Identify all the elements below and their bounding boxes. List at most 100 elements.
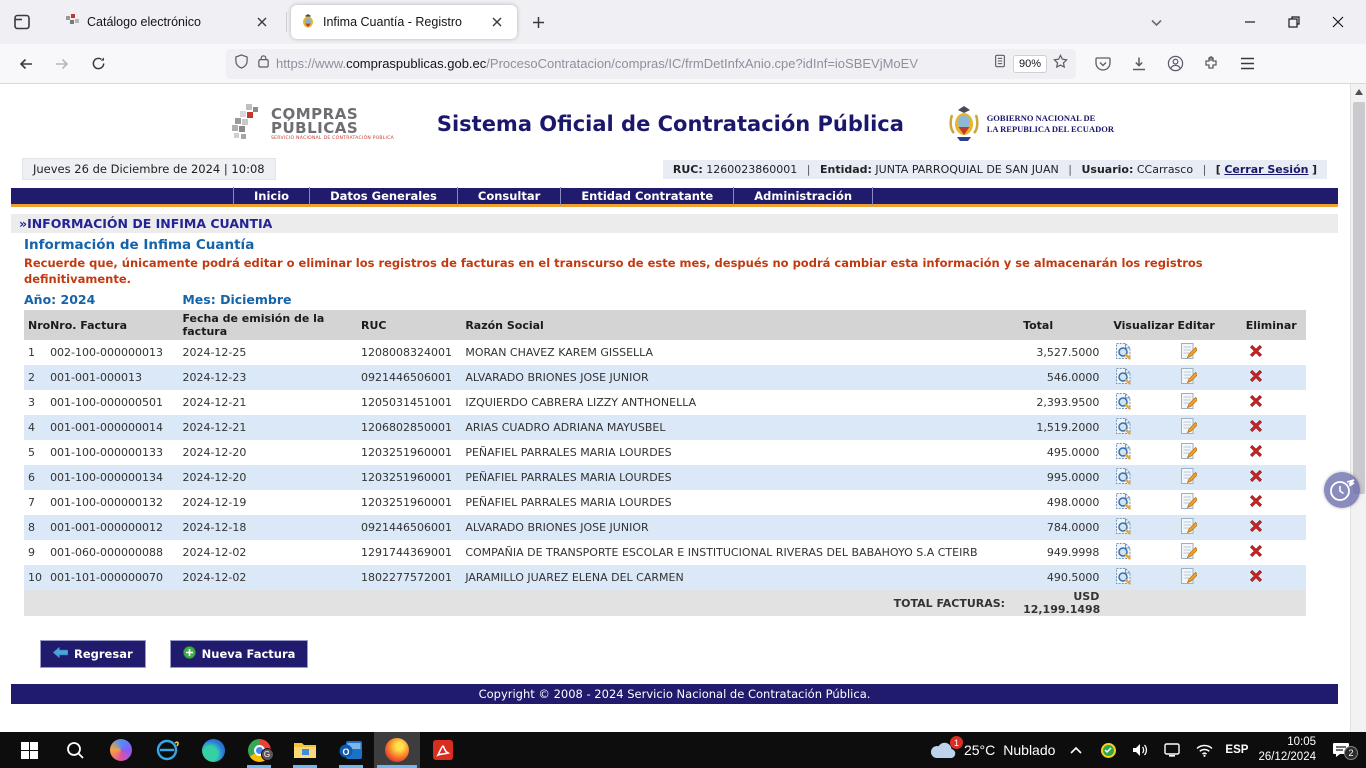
back-button[interactable] <box>10 48 42 80</box>
visualizar-icon[interactable] <box>1115 500 1132 513</box>
visualizar-icon[interactable] <box>1115 350 1132 363</box>
nav-datos-generales[interactable]: Datos Generales <box>310 187 458 205</box>
acrobat-icon[interactable] <box>420 732 466 768</box>
cell-fecha: 2024-12-21 <box>178 390 357 415</box>
downloads-icon[interactable] <box>1124 49 1154 79</box>
reload-button[interactable] <box>82 48 114 80</box>
lock-icon[interactable] <box>257 54 270 73</box>
chrome-icon[interactable]: G <box>236 732 282 768</box>
outlook-icon[interactable]: O <box>328 732 374 768</box>
cell-factura: 001-060-000000088 <box>46 540 178 565</box>
nav-inicio[interactable]: Inicio <box>233 187 310 205</box>
restore-button[interactable] <box>1272 4 1316 40</box>
tab-separator <box>286 12 287 32</box>
internet-explorer-icon[interactable] <box>144 732 190 768</box>
scrollbar-thumb[interactable] <box>1353 102 1365 494</box>
editar-icon[interactable] <box>1180 475 1197 488</box>
eliminar-icon[interactable] <box>1248 574 1264 587</box>
regresar-button[interactable]: Regresar <box>40 640 146 668</box>
firefox-icon[interactable] <box>374 732 420 768</box>
eliminar-icon[interactable] <box>1248 349 1264 362</box>
cell-total: 3,527.5000 <box>1019 340 1109 365</box>
entidad-value: JUNTA PARROQUIAL DE SAN JUAN <box>875 163 1058 176</box>
visualizar-icon[interactable] <box>1115 550 1132 563</box>
eliminar-icon[interactable] <box>1248 399 1264 412</box>
tab-infima-cuantia[interactable]: Infima Cuantía - Registro <box>291 5 517 39</box>
file-explorer-icon[interactable] <box>282 732 328 768</box>
cell-razon: COMPAÑIA DE TRANSPORTE ESCOLAR E INSTITU… <box>461 540 1019 565</box>
pocket-icon[interactable] <box>1088 49 1118 79</box>
visualizar-icon[interactable] <box>1115 425 1132 438</box>
reader-view-icon[interactable] <box>993 54 1007 73</box>
firefox-view-icon[interactable] <box>6 6 38 38</box>
volume-icon[interactable] <box>1129 743 1151 757</box>
month-label: Mes: Diciembre <box>182 292 291 307</box>
url-text[interactable]: https://www.compraspublicas.gob.ec/Proce… <box>276 56 993 71</box>
scroll-up-icon[interactable] <box>1355 89 1363 95</box>
cell-fecha: 2024-12-19 <box>178 490 357 515</box>
visualizar-icon[interactable] <box>1115 400 1132 413</box>
eliminar-icon[interactable] <box>1248 424 1264 437</box>
tray-chevron-up-icon[interactable] <box>1065 746 1087 754</box>
editar-icon[interactable] <box>1180 350 1197 363</box>
clock[interactable]: 10:05 26/12/2024 <box>1258 735 1316 765</box>
eliminar-icon[interactable] <box>1248 499 1264 512</box>
editar-icon[interactable] <box>1180 425 1197 438</box>
screen-timer-widget[interactable] <box>1324 472 1360 508</box>
cell-fecha: 2024-12-18 <box>178 515 357 540</box>
usuario-value: CCarrasco <box>1137 163 1193 176</box>
minimize-button[interactable] <box>1228 4 1272 40</box>
cell-total: 995.0000 <box>1019 465 1109 490</box>
visualizar-icon[interactable] <box>1115 450 1132 463</box>
new-tab-button[interactable] <box>523 7 553 37</box>
start-button[interactable] <box>6 732 52 768</box>
visualizar-icon[interactable] <box>1115 375 1132 388</box>
visualizar-icon[interactable] <box>1115 575 1132 588</box>
bookmark-star-icon[interactable] <box>1053 54 1068 74</box>
forward-button[interactable] <box>46 48 78 80</box>
editar-icon[interactable] <box>1180 575 1197 588</box>
zoom-indicator[interactable]: 90% <box>1013 55 1047 73</box>
editar-icon[interactable] <box>1180 375 1197 388</box>
visualizar-icon[interactable] <box>1115 475 1132 488</box>
nav-administracion[interactable]: Administración <box>734 187 873 205</box>
close-button[interactable] <box>1316 4 1360 40</box>
tab-close-icon[interactable] <box>487 12 507 32</box>
nav-entidad-contratante[interactable]: Entidad Contratante <box>561 187 734 205</box>
wifi-icon[interactable] <box>1193 744 1215 757</box>
table-row: 1002-100-0000000132024-12-25120800832400… <box>24 340 1306 365</box>
tab-list-chevron-icon[interactable] <box>1134 4 1178 40</box>
editar-icon[interactable] <box>1180 550 1197 563</box>
eliminar-icon[interactable] <box>1248 374 1264 387</box>
vertical-scrollbar[interactable] <box>1350 84 1366 732</box>
editar-icon[interactable] <box>1180 450 1197 463</box>
weather-widget[interactable]: 1 25°C Nublado <box>930 741 1055 759</box>
visualizar-icon[interactable] <box>1115 525 1132 538</box>
url-bar[interactable]: https://www.compraspublicas.gob.ec/Proce… <box>226 49 1076 79</box>
account-icon[interactable] <box>1160 49 1190 79</box>
edge-icon[interactable] <box>190 732 236 768</box>
logout-link[interactable]: Cerrar Sesión <box>1224 163 1308 176</box>
ecuador-coat-of-arms-icon <box>947 105 981 143</box>
taskbar-search-icon[interactable] <box>52 732 98 768</box>
extensions-icon[interactable] <box>1196 49 1226 79</box>
eliminar-icon[interactable] <box>1248 549 1264 562</box>
menu-icon[interactable] <box>1232 49 1262 79</box>
display-connect-icon[interactable] <box>1161 743 1183 757</box>
editar-icon[interactable] <box>1180 400 1197 413</box>
nav-consultar[interactable]: Consultar <box>458 187 561 205</box>
editar-icon[interactable] <box>1180 525 1197 538</box>
editar-icon[interactable] <box>1180 500 1197 513</box>
nueva-factura-button[interactable]: Nueva Factura <box>170 640 309 668</box>
eliminar-icon[interactable] <box>1248 449 1264 462</box>
eliminar-icon[interactable] <box>1248 474 1264 487</box>
antivirus-icon[interactable] <box>1097 743 1119 758</box>
copilot-icon[interactable] <box>98 732 144 768</box>
tab-close-icon[interactable] <box>252 12 272 32</box>
main-nav: Inicio Datos Generales Consultar Entidad… <box>11 188 1338 207</box>
shield-icon[interactable] <box>234 54 249 74</box>
notification-center-icon[interactable]: 2 <box>1326 742 1356 758</box>
language-indicator[interactable]: ESP <box>1225 744 1248 756</box>
eliminar-icon[interactable] <box>1248 524 1264 537</box>
tab-catalogo[interactable]: Catálogo electrónico <box>56 5 282 39</box>
